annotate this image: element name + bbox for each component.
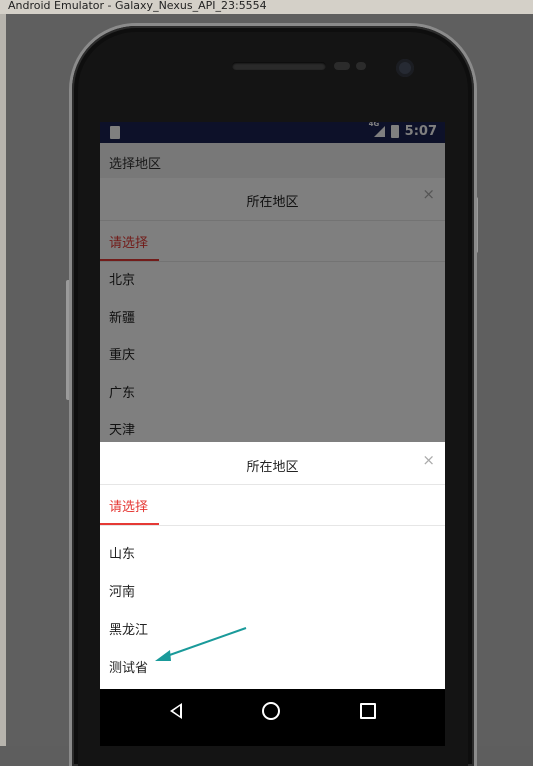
sensor xyxy=(334,62,350,70)
earpiece-speaker xyxy=(232,62,326,70)
window-border xyxy=(0,14,6,746)
province-list: 湖北 山东 河南 黑龙江 测试省 xyxy=(100,524,445,688)
list-item[interactable]: 山东 xyxy=(100,536,445,574)
tab-label: 请选择 xyxy=(109,500,149,515)
list-item[interactable]: 河南 xyxy=(100,574,445,612)
list-item[interactable]: 黑龙江 xyxy=(100,612,445,650)
front-camera xyxy=(396,59,414,77)
back-icon[interactable] xyxy=(170,703,182,719)
close-icon[interactable]: × xyxy=(422,451,435,469)
tab-please-select[interactable]: 请选择 xyxy=(100,485,159,525)
sensor xyxy=(356,62,366,70)
picker-title: 所在地区 xyxy=(246,460,299,475)
navigation-bar xyxy=(100,689,445,746)
picker-header: 所在地区 × xyxy=(100,442,445,485)
device-screen: 4G5:07 选择地区 所在地区 × 请选择 北京 新疆 重庆 广东 天津 xyxy=(100,122,445,746)
region-picker-sheet: 所在地区 × 请选择 湖北 山东 河南 黑龙江 测试省 xyxy=(100,442,445,690)
list-item[interactable]: 测试省 xyxy=(100,650,445,688)
home-icon[interactable] xyxy=(262,702,280,720)
emulator-window-title: Android Emulator - Galaxy_Nexus_API_23:5… xyxy=(0,0,533,14)
picker-tabs: 请选择 xyxy=(100,485,445,526)
recents-icon[interactable] xyxy=(360,703,376,719)
